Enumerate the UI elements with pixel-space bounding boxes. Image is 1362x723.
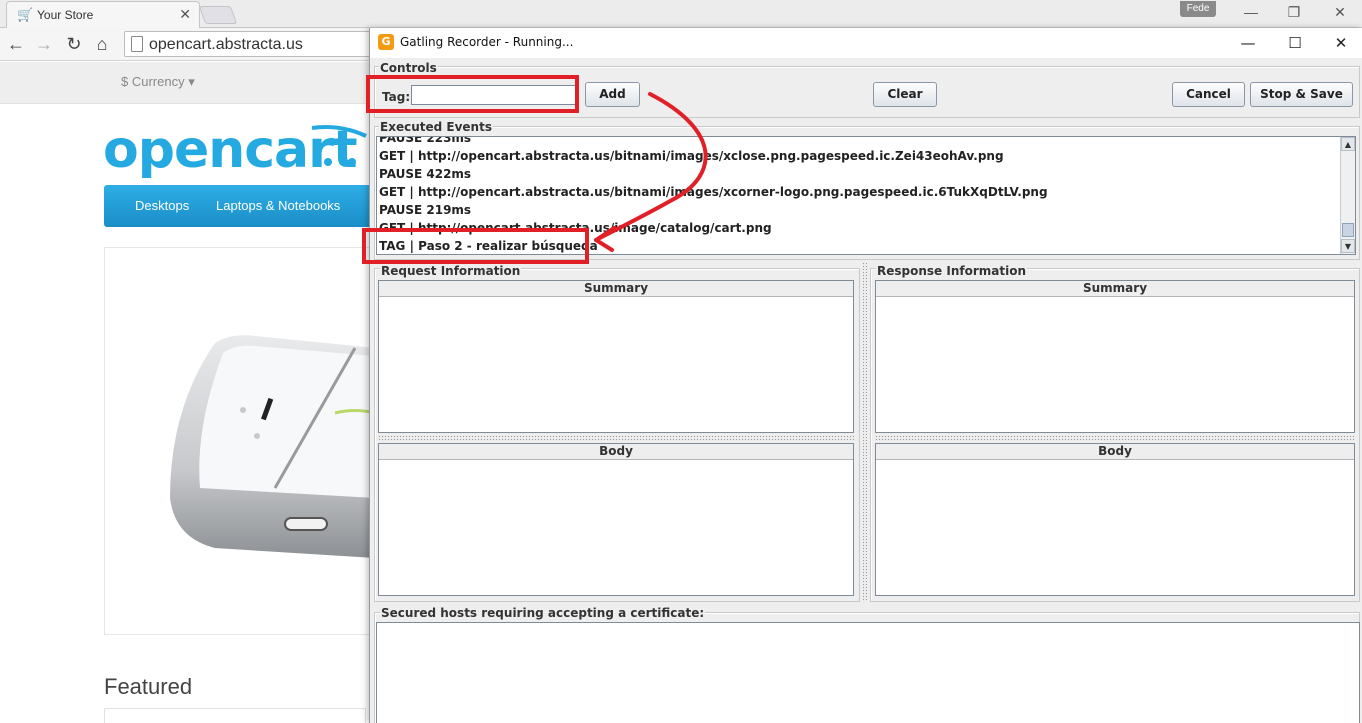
new-tab-button[interactable]	[198, 6, 238, 24]
request-summary-panel[interactable]: Summary	[378, 280, 854, 433]
response-info-label: Response Information	[876, 264, 1027, 278]
events-scrollbar[interactable]: ▲ ▼	[1340, 137, 1355, 254]
tab-your-store[interactable]: 🛒 Your Store ✕	[6, 1, 200, 28]
certs-label: Secured hosts requiring accepting a cert…	[380, 606, 706, 620]
home-icon[interactable]: ⌂	[90, 32, 114, 56]
certs-list[interactable]	[376, 622, 1360, 723]
info-split-divider[interactable]	[862, 262, 868, 602]
tag-input[interactable]	[411, 85, 577, 105]
executed-events-label: Executed Events	[379, 120, 493, 134]
featured-product-card[interactable]	[104, 708, 366, 723]
close-icon[interactable]: ✕	[1325, 3, 1355, 21]
phone-image	[170, 335, 373, 558]
address-url: opencart.abstracta.us	[149, 36, 303, 53]
tab-title: Your Store	[37, 8, 94, 22]
response-summary-header: Summary	[876, 281, 1354, 297]
back-icon[interactable]: ←	[4, 32, 28, 56]
executed-events-list[interactable]: PAUSE 223ms GET | http://opencart.abstra…	[376, 136, 1356, 255]
request-body-header: Body	[379, 444, 853, 460]
page-icon	[131, 36, 143, 52]
recorder-title-bar: G Gatling Recorder - Running... — ☐ ✕	[370, 28, 1362, 58]
scroll-up-icon[interactable]: ▲	[1341, 137, 1355, 151]
cancel-button[interactable]: Cancel	[1172, 82, 1245, 107]
request-info-label: Request Information	[380, 264, 522, 278]
request-split-divider[interactable]	[378, 435, 854, 441]
event-line-tag[interactable]: TAG | Paso 2 - realizar búsqueda	[379, 239, 598, 253]
minimize-icon[interactable]: —	[1236, 3, 1266, 21]
response-summary-panel[interactable]: Summary	[875, 280, 1355, 433]
event-line[interactable]: PAUSE 223ms	[379, 137, 471, 145]
menu-item-laptops[interactable]: Laptops & Notebooks	[216, 198, 340, 213]
controls-label: Controls	[379, 61, 438, 75]
menu-item-desktops[interactable]: Desktops	[135, 198, 189, 213]
event-line[interactable]: PAUSE 219ms	[379, 203, 471, 217]
request-summary-header: Summary	[379, 281, 853, 297]
banner-slideshow[interactable]	[104, 247, 374, 635]
logo-cart-icon	[311, 125, 367, 166]
cart-icon: 🛒	[17, 7, 34, 22]
user-profile-badge[interactable]: Fede	[1180, 1, 1216, 17]
clear-button[interactable]: Clear	[873, 82, 937, 107]
recorder-minimize-icon[interactable]: —	[1233, 32, 1263, 54]
featured-heading: Featured	[104, 674, 193, 699]
store-menu-bar: Desktops Laptops & Notebooks	[104, 185, 374, 227]
tab-strip: 🛒 Your Store ✕ Fede — ❐ ✕	[0, 0, 1362, 28]
scroll-down-icon[interactable]: ▼	[1341, 239, 1355, 253]
gatling-logo-icon: G	[378, 34, 394, 50]
event-line[interactable]: GET | http://opencart.abstracta.us/bitna…	[379, 149, 1004, 163]
add-tag-button[interactable]: Add	[585, 82, 640, 107]
recorder-window-title: Gatling Recorder - Running...	[400, 35, 574, 49]
recorder-close-icon[interactable]: ✕	[1326, 32, 1356, 54]
event-line[interactable]: GET | http://opencart.abstracta.us/image…	[379, 221, 772, 235]
scroll-thumb[interactable]	[1342, 223, 1354, 237]
response-body-panel[interactable]: Body	[875, 443, 1355, 596]
response-body-header: Body	[876, 444, 1354, 460]
recorder-maximize-icon[interactable]: ☐	[1280, 32, 1310, 54]
currency-dropdown[interactable]: $ Currency ▾	[121, 74, 195, 90]
stop-save-button[interactable]: Stop & Save	[1250, 82, 1353, 107]
forward-icon[interactable]: →	[32, 32, 56, 56]
tab-close-icon[interactable]: ✕	[179, 6, 191, 23]
response-split-divider[interactable]	[875, 435, 1355, 441]
restore-icon[interactable]: ❐	[1279, 3, 1309, 21]
gatling-recorder-window: G Gatling Recorder - Running... — ☐ ✕ Co…	[369, 28, 1362, 723]
event-line[interactable]: PAUSE 422ms	[379, 167, 471, 181]
tag-label: Tag:	[382, 90, 411, 104]
reload-icon[interactable]: ↻	[62, 32, 86, 56]
event-line[interactable]: GET | http://opencart.abstracta.us/bitna…	[379, 185, 1048, 199]
request-body-panel[interactable]: Body	[378, 443, 854, 596]
